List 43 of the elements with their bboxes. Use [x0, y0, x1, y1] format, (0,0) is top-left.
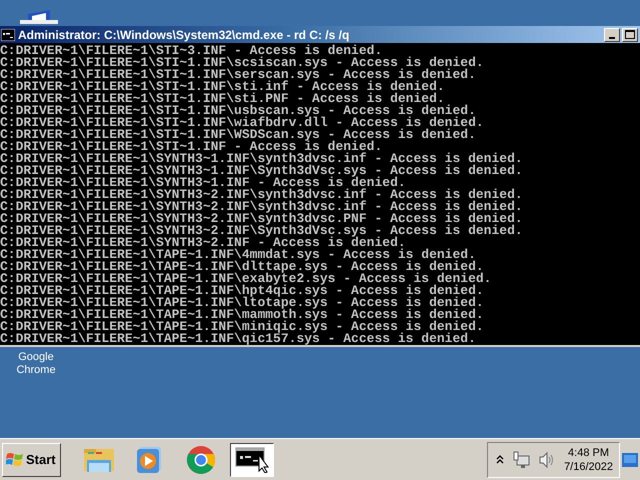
- show-desktop-icon[interactable]: [622, 452, 638, 466]
- console-line: C:DRIVER~1\FILERE~1\STI~1.INF\sti.inf - Access is denied.: [0, 81, 445, 93]
- console-line: C:DRIVER~1\FILERE~1\TAPE~1.INF\qic157.sys - Access is denied.: [0, 333, 476, 345]
- console-line: C:DRIVER~1\FILERE~1\STI~1.INF\WSDScan.sys - Access is denied.: [0, 129, 476, 141]
- console-line: C:DRIVER~1\FILERE~1\TAPE~1.INF\ltotape.sys - Access is denied.: [0, 297, 484, 309]
- network-icon[interactable]: [512, 450, 530, 468]
- console-line: C:DRIVER~1\FILERE~1\SYNTH3~1.INF\Synth3dVsc.sys - Access is denied.: [0, 165, 523, 177]
- chrome-icon: [186, 444, 216, 474]
- console-line: C:DRIVER~1\FILERE~1\STI~1.INF\scsiscan.sys - Access is denied.: [0, 57, 484, 69]
- minimize-icon: [609, 36, 615, 38]
- console-line: C:DRIVER~1\FILERE~1\TAPE~1.INF\miniqic.sys - Access is denied.: [0, 321, 484, 333]
- start-button[interactable]: Start: [2, 442, 61, 476]
- clock[interactable]: 4:48 PM 7/16/2022: [564, 446, 613, 474]
- console-line: C:DRIVER~1\FILERE~1\STI~1.INF\serscan.sys - Access is denied.: [0, 69, 476, 81]
- console-line: C:DRIVER~1\FILERE~1\SYNTH3~1.INF - Access is denied.: [0, 177, 406, 189]
- console-line: C:DRIVER~1\FILERE~1\TAPE~1.INF\hpt4qic.sys - Access is denied.: [0, 285, 484, 297]
- console-line: C:DRIVER~1\FILERE~1\TAPE~1.INF\exabyte2.sys - Access is denied.: [0, 273, 492, 285]
- window-title: Administrator: C:\Windows\System32\cmd.exe - rd C: /s /q: [18, 28, 350, 42]
- console-line: C:DRIVER~1\FILERE~1\STI~1.INF - Access is denied.: [0, 141, 382, 153]
- console-line: C:DRIVER~1\FILERE~1\SYNTH3~2.INF\Synth3dVsc.sys - Access is denied.: [0, 225, 523, 237]
- console-line: C:DRIVER~1\FILERE~1\SYNTH3~2.INF\synth3dvsc.inf - Access is denied.: [0, 201, 523, 213]
- console-icon: [1, 28, 15, 40]
- console-line: C:DRIVER~1\FILERE~1\SYNTH3~2.INF - Access is denied.: [0, 237, 406, 249]
- minimize-button[interactable]: [604, 28, 620, 42]
- console-line: C:DRIVER~1\FILERE~1\SYNTH3~2.INF\synth3dvsc.PNF - Access is denied.: [0, 213, 523, 225]
- windows-logo-icon: [6, 452, 24, 468]
- console-line: C:DRIVER~1\FILERE~1\TAPE~1.INF\mammoth.sys - Access is denied.: [0, 309, 484, 321]
- taskbar-button[interactable]: [230, 442, 274, 476]
- console-line: C:DRIVER~1\FILERE~1\STI~3.INF - Access is denied.: [0, 45, 382, 57]
- media-player-icon: [136, 446, 164, 474]
- computer-icon[interactable]: [20, 10, 58, 24]
- chevron-up-icon[interactable]: [496, 454, 504, 464]
- maximize-icon: [625, 30, 635, 39]
- desktop-icon-label[interactable]: Google Chrome: [14, 351, 58, 377]
- console-line: C:DRIVER~1\FILERE~1\TAPE~1.INF\4mmdat.sys - Access is denied.: [0, 249, 476, 261]
- console-line: C:DRIVER~1\FILERE~1\SYNTH3~2.INF\synth3dvsc.inf - Access is denied.: [0, 189, 523, 201]
- console-line: C:DRIVER~1\FILERE~1\STI~1.INF\wiafbdrv.dll - Access is denied.: [0, 117, 484, 129]
- console-line: C:DRIVER~1\FILERE~1\SYNTH3~1.INF\synth3dvsc.inf - Access is denied.: [0, 153, 523, 165]
- console-icon: [234, 446, 269, 472]
- console-line: C:DRIVER~1\FILERE~1\TAPE~1.INF\dlttape.sys - Access is denied.: [0, 261, 484, 273]
- console-line: C:DRIVER~1\FILERE~1\STI~1.INF\sti.PNF - Access is denied.: [0, 93, 445, 105]
- console-line: C:DRIVER~1\FILERE~1\STI~1.INF\usbscan.sys - Access is denied.: [0, 105, 476, 117]
- maximize-button[interactable]: [622, 28, 638, 42]
